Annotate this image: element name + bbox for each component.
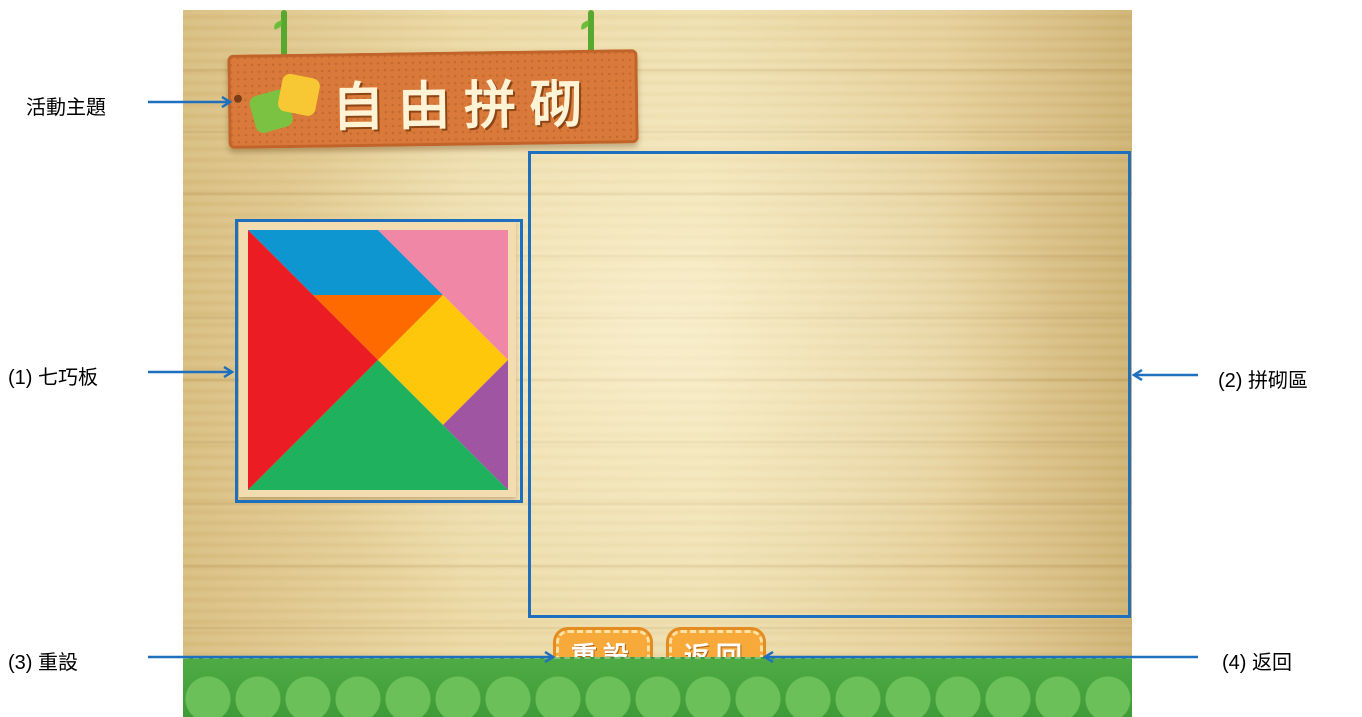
annotation-arrows [148, 0, 1198, 717]
label-build-area: (2) 拼砌區 [1218, 370, 1308, 392]
label-reset: (3) 重設 [8, 652, 78, 674]
label-topic: 活動主題 [26, 97, 106, 119]
label-back: (4) 返回 [1222, 652, 1292, 674]
label-tangram: (1) 七巧板 [8, 367, 98, 389]
